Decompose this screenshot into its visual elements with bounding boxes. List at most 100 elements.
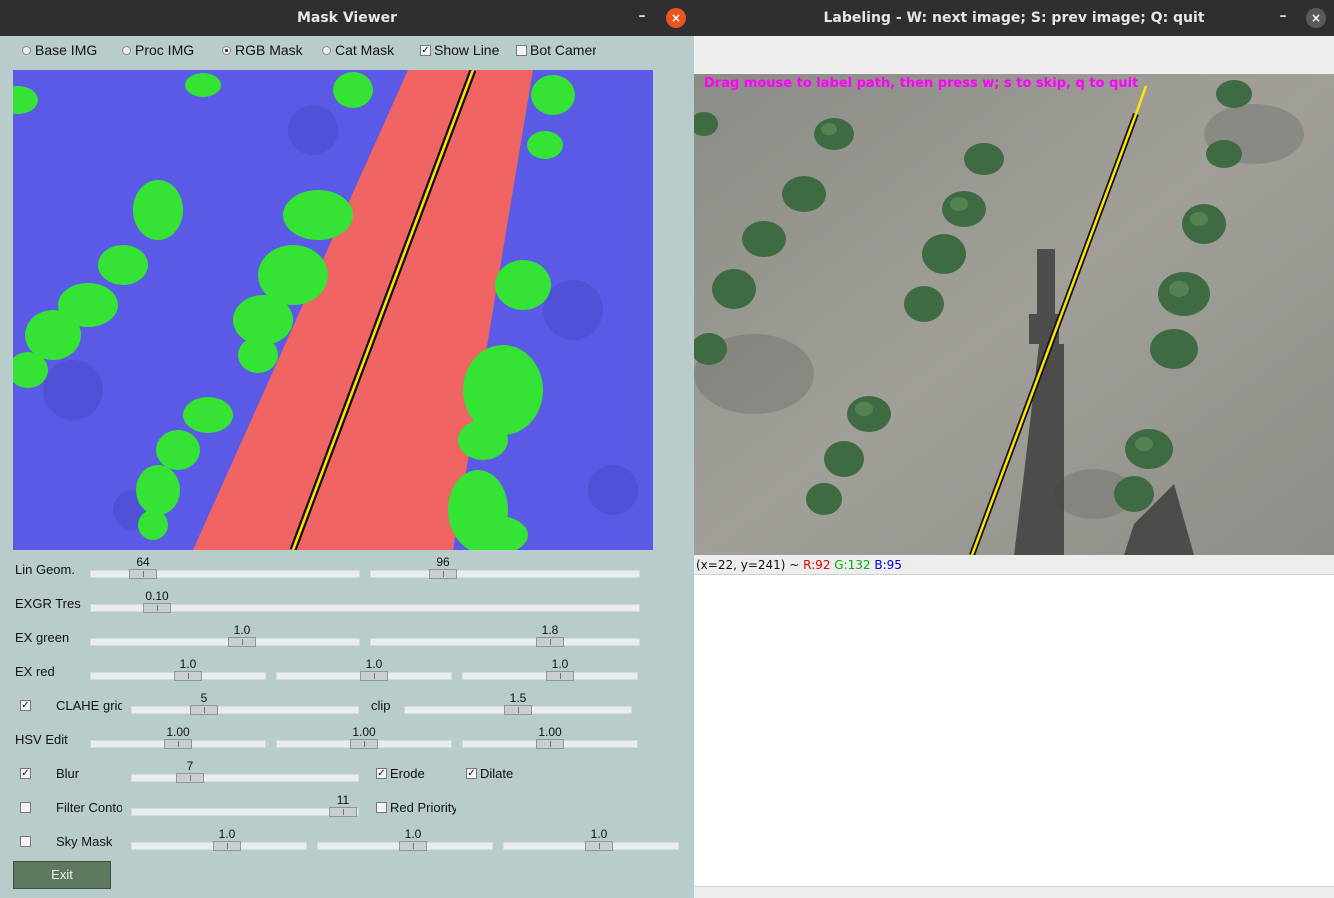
label-clahe-grid: CLAHE grid — [56, 698, 122, 713]
checkbox-icon: ✓ — [20, 768, 31, 780]
window-toolbar-area — [694, 36, 1334, 74]
slider-blur[interactable]: 7 — [131, 759, 359, 783]
radio-rgb-mask[interactable]: RGB Mask — [222, 42, 303, 58]
radio-icon — [122, 45, 131, 55]
checkbox-blur[interactable]: ✓ — [20, 766, 34, 781]
checkbox-icon: ✓ — [376, 768, 387, 780]
slider-trough — [90, 638, 360, 646]
pixel-green-value: G:132 — [834, 558, 871, 572]
radio-base-img[interactable]: Base IMG — [22, 42, 97, 58]
slider-value: 1.00 — [538, 725, 562, 739]
slider-knob[interactable] — [228, 637, 256, 647]
checkbox-icon — [20, 802, 31, 814]
slider-value: 1.0 — [365, 657, 383, 671]
slider-exgr-tres[interactable]: 0.10 — [90, 589, 640, 613]
label-exgr-tres: EXGR Tres — [15, 596, 81, 611]
label-sky-mask: Sky Mask — [56, 834, 113, 849]
slider-ex-green-2[interactable]: 1.8 — [370, 623, 640, 647]
slider-knob[interactable] — [360, 671, 388, 681]
slider-value: 1.8 — [541, 623, 559, 637]
label-clip: clip — [371, 698, 391, 713]
slider-knob[interactable] — [164, 739, 192, 749]
slider-hsv-2[interactable]: 1.00 — [276, 725, 452, 749]
slider-trough — [370, 638, 640, 646]
slider-knob[interactable] — [143, 603, 171, 613]
slider-clahe-clip[interactable]: 1.5 — [404, 691, 632, 715]
slider-clahe-grid[interactable]: 5 — [131, 691, 359, 715]
slider-knob[interactable] — [329, 807, 357, 817]
slider-value: 1.0 — [218, 827, 236, 841]
radio-icon — [22, 45, 31, 55]
label-hsv-edit: HSV Edit — [15, 732, 68, 747]
slider-knob[interactable] — [213, 841, 241, 851]
labeling-window: Labeling - W: next image; S: prev image;… — [694, 0, 1334, 898]
pixel-status-bar: (x=22, y=241) ~ R:92 G:132 B:95 — [694, 555, 1334, 575]
slider-hsv-3[interactable]: 1.00 — [462, 725, 638, 749]
checkbox-red-priority[interactable]: Red Priority — [376, 800, 456, 815]
checkbox-show-line[interactable]: ✓ Show Line — [420, 42, 499, 58]
checkbox-clahe[interactable]: ✓ — [20, 698, 34, 713]
slider-hsv-1[interactable]: 1.00 — [90, 725, 266, 749]
labeling-image-canvas[interactable]: Drag mouse to label path, then press w; … — [694, 74, 1334, 555]
mask-viewer-titlebar[interactable]: Mask Viewer – × — [0, 0, 694, 36]
pixel-red-value: R:92 — [803, 558, 831, 572]
rgb-mask-image[interactable] — [13, 70, 653, 550]
radio-proc-img[interactable]: Proc IMG — [122, 42, 194, 58]
checkbox-icon: ✓ — [20, 700, 31, 712]
slider-knob[interactable] — [536, 739, 564, 749]
checkbox-bot-camera[interactable]: Bot Camera — [516, 42, 596, 58]
slider-knob[interactable] — [399, 841, 427, 851]
close-icon[interactable]: × — [666, 8, 686, 28]
radio-icon — [322, 45, 331, 55]
checkbox-dilate[interactable]: ✓ Dilate — [466, 766, 513, 781]
slider-filter-contours[interactable]: 11 — [131, 793, 359, 817]
mask-viewer-window: Mask Viewer – × Base IMG Proc IMG RGB Ma… — [0, 0, 694, 898]
pixel-blue-value: B:95 — [874, 558, 902, 572]
slider-value: 96 — [436, 555, 450, 569]
slider-ex-green-1[interactable]: 1.0 — [90, 623, 360, 647]
slider-lin-geom-1[interactable]: 64 — [90, 555, 360, 579]
checkbox-filter-contours[interactable] — [20, 800, 34, 815]
close-icon[interactable]: × — [1306, 8, 1326, 28]
checkbox-erode[interactable]: ✓ Erode — [376, 766, 425, 781]
minimize-icon[interactable]: – — [1272, 0, 1294, 36]
slider-trough — [90, 604, 640, 612]
slider-sky-2[interactable]: 1.0 — [317, 827, 493, 851]
slider-trough — [370, 570, 640, 578]
slider-sky-3[interactable]: 1.0 — [503, 827, 679, 851]
view-mode-bar: Base IMG Proc IMG RGB Mask Cat Mask ✓ Sho… — [0, 42, 694, 64]
slider-knob[interactable] — [176, 773, 204, 783]
slider-ex-red-3[interactable]: 1.0 — [462, 657, 638, 681]
label-ex-green: EX green — [15, 630, 70, 645]
slider-knob[interactable] — [350, 739, 378, 749]
exit-button[interactable]: Exit — [13, 861, 111, 889]
checkbox-icon: ✓ — [420, 44, 431, 56]
slider-value: 1.0 — [590, 827, 608, 841]
slider-sky-1[interactable]: 1.0 — [131, 827, 307, 851]
slider-ex-red-1[interactable]: 1.0 — [90, 657, 266, 681]
slider-knob[interactable] — [190, 705, 218, 715]
checkbox-icon — [376, 802, 387, 814]
checkbox-sky-mask[interactable] — [20, 834, 34, 849]
slider-value: 1.0 — [404, 827, 422, 841]
slider-knob[interactable] — [429, 569, 457, 579]
slider-knob[interactable] — [129, 569, 157, 579]
checkbox-icon: ✓ — [466, 768, 477, 780]
slider-value: 64 — [136, 555, 150, 569]
slider-lin-geom-2[interactable]: 96 — [370, 555, 640, 579]
slider-knob[interactable] — [504, 705, 532, 715]
slider-value: 1.0 — [233, 623, 251, 637]
slider-trough — [131, 706, 359, 714]
slider-knob[interactable] — [585, 841, 613, 851]
slider-knob[interactable] — [174, 671, 202, 681]
window-bottom-strip — [694, 886, 1334, 898]
slider-knob[interactable] — [546, 671, 574, 681]
labeling-titlebar[interactable]: Labeling - W: next image; S: prev image;… — [694, 0, 1334, 36]
slider-ex-red-2[interactable]: 1.0 — [276, 657, 452, 681]
radio-cat-mask[interactable]: Cat Mask — [322, 42, 394, 58]
slider-value: 11 — [336, 793, 350, 807]
minimize-icon[interactable]: – — [631, 0, 653, 36]
slider-trough — [131, 774, 359, 782]
slider-knob[interactable] — [536, 637, 564, 647]
slider-value: 1.00 — [166, 725, 190, 739]
